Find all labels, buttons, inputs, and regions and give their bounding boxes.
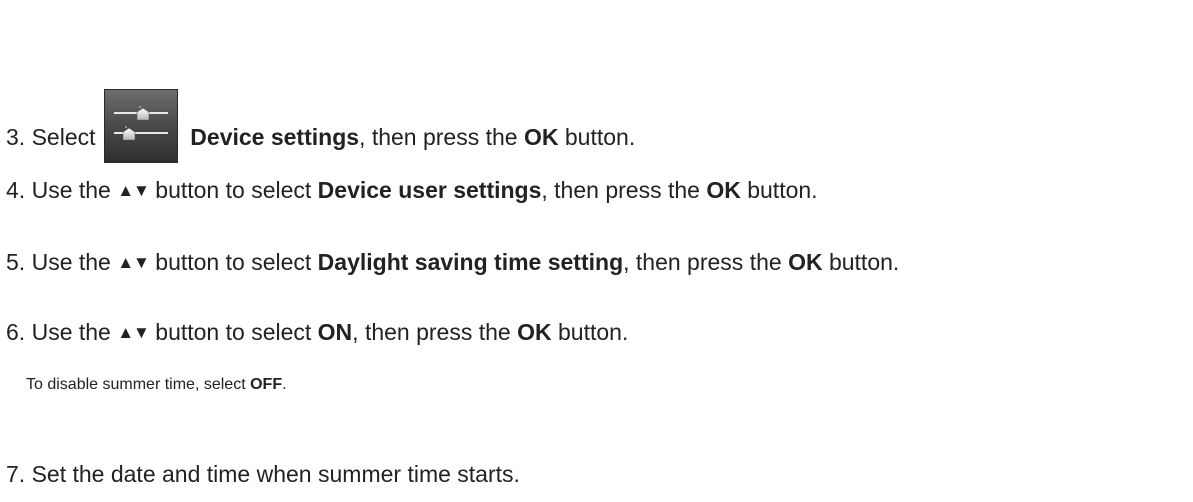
step-number: 6.	[6, 319, 26, 345]
menu-item-device-user-settings: Device user settings	[317, 177, 542, 203]
step-5: 5. Use the ▲▼ button to select Daylight …	[6, 249, 900, 275]
option-on: ON	[317, 319, 353, 345]
note-disable-summer-time: To disable summer time, select OFF.	[26, 376, 287, 393]
step-number: 3.	[6, 124, 26, 150]
ok-button-label: OK	[523, 124, 559, 150]
menu-item-daylight-saving-time-setting: Daylight saving time setting	[317, 249, 624, 275]
step-4: 4. Use the ▲▼ button to select Device us…	[6, 177, 818, 203]
step-number: 5.	[6, 249, 26, 275]
step-number: 4.	[6, 177, 26, 203]
step-number: 7.	[6, 461, 26, 487]
option-off: OFF	[250, 376, 283, 393]
ok-button-label: OK	[788, 249, 823, 275]
step-text: Set the date and time when summer time s…	[31, 461, 520, 487]
step-6: 6. Use the ▲▼ button to select ON, then …	[6, 319, 629, 345]
up-down-arrow-icon: ▲▼	[117, 323, 150, 342]
step-text: Select	[31, 124, 96, 150]
device-settings-icon	[103, 89, 178, 163]
menu-item-device-settings: Device settings	[190, 124, 360, 150]
up-down-arrow-icon: ▲▼	[117, 253, 150, 272]
ok-button-label: OK	[517, 319, 552, 345]
ok-button-label: OK	[706, 177, 741, 203]
step-3: 3. Select Device settings, then press th…	[6, 89, 635, 163]
up-down-arrow-icon: ▲▼	[117, 181, 150, 200]
step-7: 7. Set the date and time when summer tim…	[6, 460, 520, 488]
